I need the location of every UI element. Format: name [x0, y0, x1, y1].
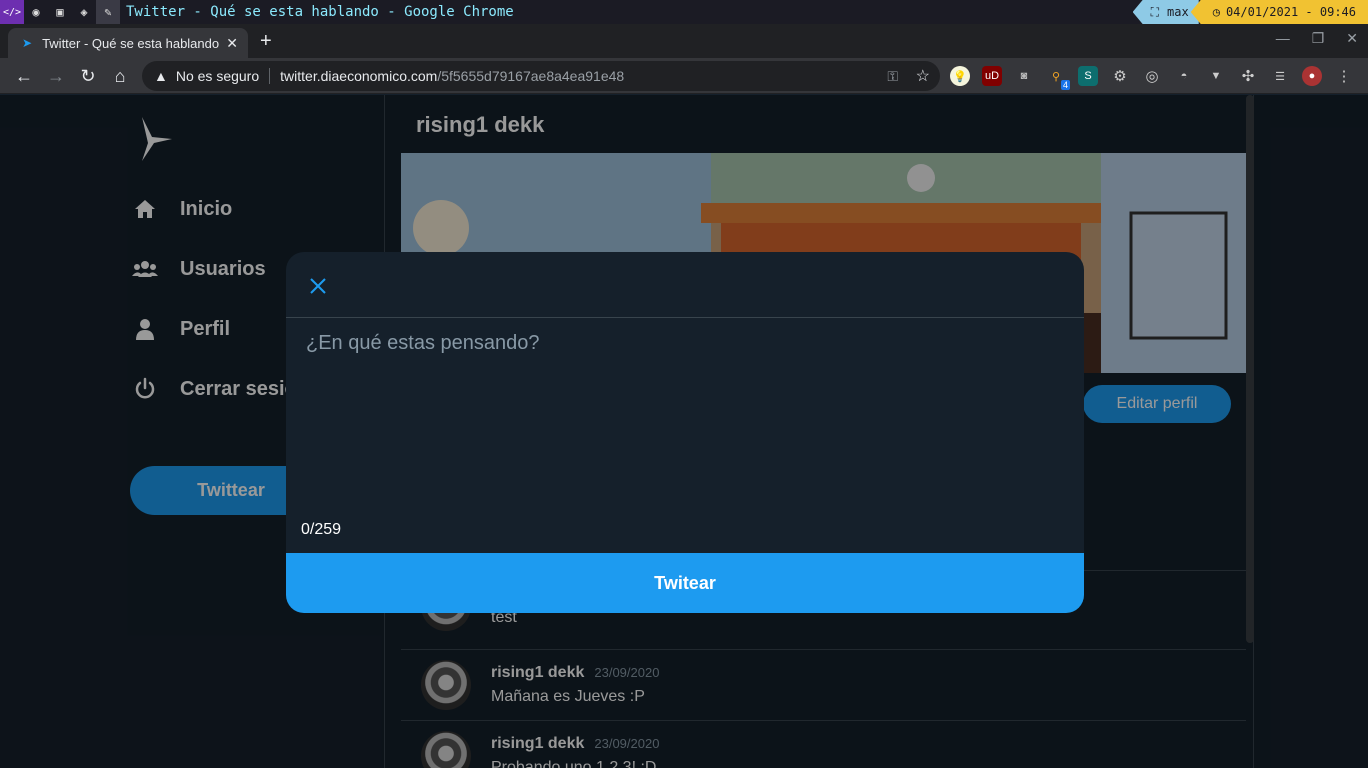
ublock-icon[interactable]: uD	[982, 66, 1002, 86]
puzzle-icon[interactable]: ✣	[1238, 66, 1258, 86]
clock-icon: ◷	[1212, 5, 1220, 19]
forward-icon[interactable]: →	[44, 64, 68, 88]
chrome-icon[interactable]: ◉	[24, 0, 48, 24]
avatar[interactable]: ●	[1302, 66, 1322, 86]
layers-icon[interactable]: ◈	[72, 0, 96, 24]
bird-favicon-icon: ➤	[22, 36, 33, 50]
close-icon[interactable]	[306, 274, 330, 298]
close-tab-icon[interactable]: ✕	[226, 35, 238, 52]
compose-tweet-modal: 0/259 Twitear	[286, 252, 1084, 613]
os-top-bar: </> ◉ ▣ ◈ ✎ Twitter - Qué se esta hablan…	[0, 0, 1368, 24]
restore-icon[interactable]: ❐	[1312, 30, 1325, 47]
menu-icon[interactable]: ⋮	[1334, 66, 1354, 86]
window-controls: — ❐ ✕	[1276, 30, 1358, 47]
tab-title: Twitter - Qué se esta hablando	[42, 35, 220, 51]
url-path: /5f5655d79167ae8a4ea91e48	[437, 68, 625, 84]
character-counter: 0/259	[301, 521, 342, 538]
url-host: twitter.diaeconomico.com	[280, 68, 438, 84]
edit-icon[interactable]: ✎	[96, 0, 120, 24]
clock: ◷ 04/01/2021 - 09:46	[1190, 0, 1368, 24]
lightbulb-extension-icon[interactable]: 💡	[950, 66, 970, 86]
insecure-label: No es seguro	[175, 68, 260, 84]
key-icon[interactable]: ⚿	[887, 68, 898, 85]
layout-indicator[interactable]: ⛶ max	[1132, 0, 1199, 24]
modal-header	[286, 252, 1084, 318]
submit-tweet-button[interactable]: Twitear	[286, 553, 1084, 613]
camera-icon[interactable]: ◙	[1014, 66, 1034, 86]
target-icon[interactable]: ◎	[1142, 66, 1162, 86]
window-title: Twitter - Qué se esta hablando - Google …	[126, 4, 514, 20]
back-icon[interactable]: ←	[12, 64, 36, 88]
gear-icon[interactable]: ⚙	[1110, 66, 1130, 86]
extensions-area: 💡 uD ◙ ⚲ 4 S ⚙ ◎ ◓ ▼ ✣ ☰ ● ⋮	[950, 66, 1354, 90]
reload-icon[interactable]: ↻	[76, 64, 100, 88]
close-window-icon[interactable]: ✕	[1346, 30, 1358, 47]
home-button-icon[interactable]: ⌂	[108, 64, 132, 88]
bookmark-star-icon[interactable]: ☆	[916, 66, 930, 86]
minimize-icon[interactable]: —	[1276, 30, 1290, 47]
tweet-input[interactable]	[306, 332, 1066, 512]
maximize-icon: ⛶	[1150, 4, 1160, 19]
s-extension-icon[interactable]: S	[1078, 66, 1098, 86]
warning-icon: ▲	[154, 68, 168, 84]
new-tab-button[interactable]: +	[260, 30, 272, 53]
browser-tab[interactable]: ➤ Twitter - Qué se esta hablando ✕	[8, 28, 248, 58]
clock-text: 04/01/2021 - 09:46	[1225, 5, 1356, 19]
search-extension-icon[interactable]: ⚲ 4	[1046, 66, 1070, 90]
divider	[269, 68, 271, 84]
page: Inicio Usuarios Perfil Cerrar sesión Twi…	[0, 95, 1368, 768]
mask-icon[interactable]: ◓	[1174, 66, 1194, 86]
extension-badge: 4	[1060, 80, 1070, 90]
address-bar[interactable]: ▲ No es seguro twitter.diaeconomico.com /…	[142, 61, 940, 91]
terminal-icon[interactable]: ▣	[48, 0, 72, 24]
browser-toolbar: ← → ↻ ⌂ ▲ No es seguro twitter.diaeconom…	[0, 58, 1368, 94]
layout-mode-label: max	[1167, 5, 1189, 19]
v-extension-icon[interactable]: ▼	[1206, 66, 1226, 86]
media-queue-icon[interactable]: ☰	[1270, 66, 1290, 86]
code-icon[interactable]: </>	[0, 0, 24, 24]
tab-strip: ➤ Twitter - Qué se esta hablando ✕ + — ❐…	[0, 24, 1368, 58]
